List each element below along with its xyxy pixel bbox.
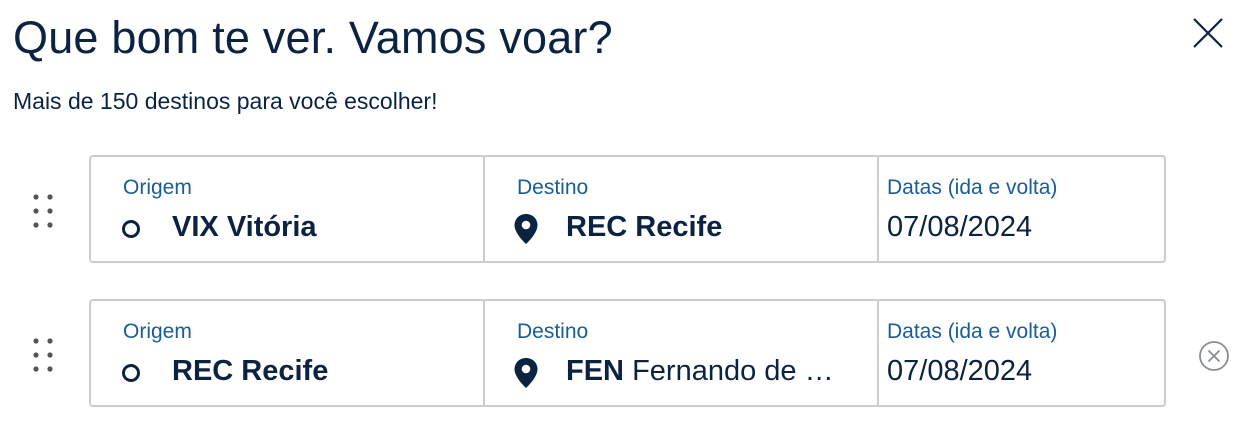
flight-segment-1: Origem VIX Vitória Destino REC Recife Da… xyxy=(89,155,1166,263)
page-subtitle: Mais de 150 destinos para você escolher! xyxy=(13,88,438,114)
destination-city: Fernando de Noronha xyxy=(632,355,836,387)
destination-field[interactable]: Destino FEN Fernando de Noronha xyxy=(485,301,879,405)
circle-x-icon xyxy=(1199,341,1229,371)
origin-city: Recife xyxy=(241,355,329,387)
close-icon xyxy=(1193,18,1223,48)
flight-segment-2: Origem REC Recife Destino FEN Fernando d… xyxy=(89,299,1166,407)
dates-field[interactable]: Datas (ida e volta) 07/08/2024 xyxy=(879,301,1164,405)
destination-label: Destino xyxy=(517,320,589,343)
origin-code: VIX xyxy=(172,211,219,243)
origin-value: VIX Vitória xyxy=(172,211,317,244)
dates-field[interactable]: Datas (ida e volta) 07/08/2024 xyxy=(879,157,1164,261)
drag-handle-icon xyxy=(33,338,53,372)
destination-city: Recife xyxy=(635,211,723,243)
location-pin-icon xyxy=(514,214,538,244)
remove-segment-button[interactable] xyxy=(1198,340,1230,372)
origin-label: Origem xyxy=(123,320,192,343)
circle-outline-icon xyxy=(122,364,140,382)
origin-value: REC Recife xyxy=(172,355,328,388)
circle-outline-icon xyxy=(122,220,140,238)
origin-field[interactable]: Origem VIX Vitória xyxy=(91,157,485,261)
origin-field[interactable]: Origem REC Recife xyxy=(91,301,485,405)
dates-value: 07/08/2024 xyxy=(887,355,1033,387)
close-button[interactable] xyxy=(1190,15,1226,51)
dates-label: Datas (ida e volta) xyxy=(887,320,1058,343)
origin-code: REC xyxy=(172,355,234,387)
destination-field[interactable]: Destino REC Recife xyxy=(485,157,879,261)
dates-value: 07/08/2024 xyxy=(887,211,1033,243)
dates-label: Datas (ida e volta) xyxy=(887,176,1058,199)
drag-handle-icon xyxy=(33,194,53,228)
origin-label: Origem xyxy=(123,176,192,199)
flight-search-panel: Que bom te ver. Vamos voar? Mais de 150 … xyxy=(0,0,1248,425)
destination-value: REC Recife xyxy=(566,211,722,244)
page-title: Que bom te ver. Vamos voar? xyxy=(13,12,613,63)
origin-city: Vitória xyxy=(226,211,317,243)
destination-code: FEN xyxy=(566,355,624,387)
drag-handle-segment-1[interactable] xyxy=(30,193,56,229)
destination-code: REC xyxy=(566,211,628,243)
drag-handle-segment-2[interactable] xyxy=(30,337,56,373)
location-pin-icon xyxy=(514,358,538,388)
destination-label: Destino xyxy=(517,176,589,199)
destination-value: FEN Fernando de Noronha xyxy=(566,355,836,388)
